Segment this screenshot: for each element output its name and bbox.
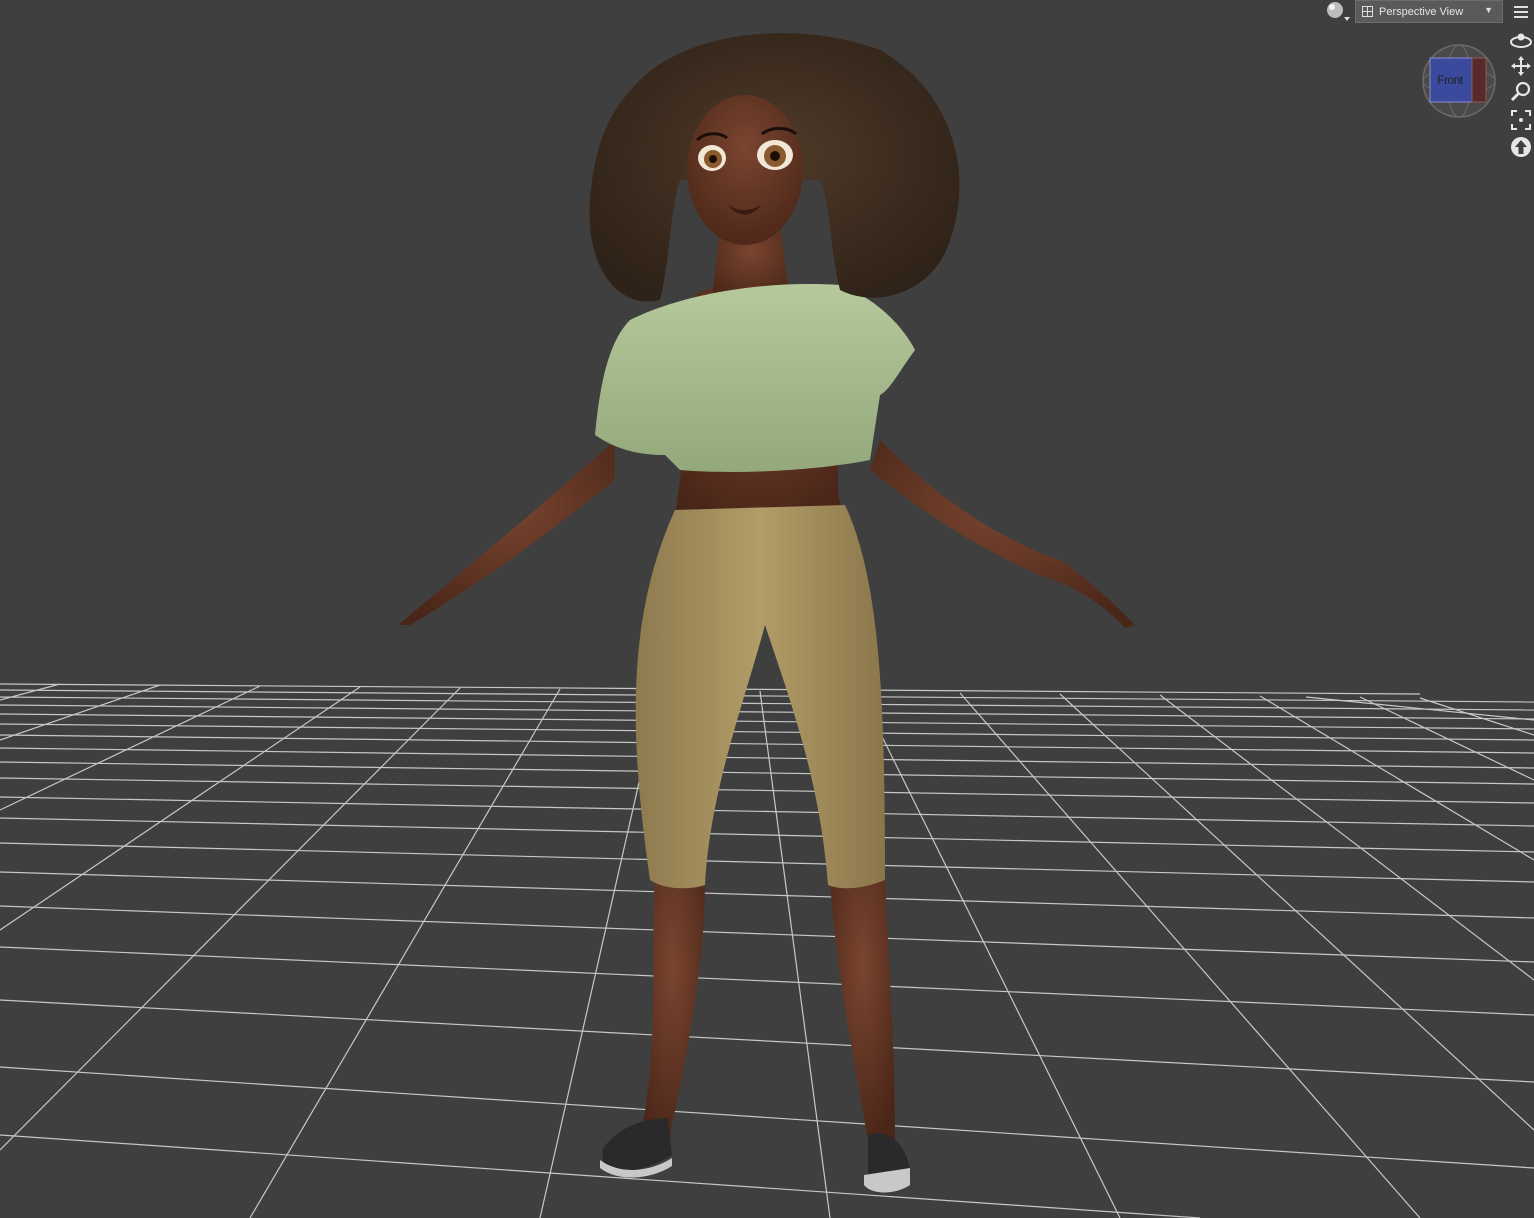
magnifier-icon <box>1510 81 1531 102</box>
view-select-label: Perspective View <box>1379 6 1464 18</box>
view-select-dropdown[interactable]: Perspective View ▼ <box>1355 0 1503 23</box>
view-cube-face-label: Front <box>1437 73 1463 87</box>
frame-tool-button[interactable] <box>1508 108 1534 132</box>
reset-tool-button[interactable] <box>1508 135 1534 159</box>
orbit-icon <box>1510 33 1532 48</box>
3d-viewport[interactable]: Perspective View ▼ Front <box>0 0 1534 1218</box>
view-cube[interactable]: Front <box>1420 42 1498 120</box>
sphere-render-icon <box>1327 2 1350 21</box>
zoom-tool-button[interactable] <box>1508 80 1534 104</box>
move-arrows-icon <box>1511 56 1531 76</box>
orbit-tool-button[interactable] <box>1508 28 1534 52</box>
hamburger-menu-icon <box>1514 6 1528 18</box>
grid-view-icon <box>1362 6 1373 17</box>
render-style-button[interactable] <box>1322 0 1352 24</box>
scene-render[interactable] <box>0 0 1534 1218</box>
viewport-menu-button[interactable] <box>1511 2 1531 22</box>
up-arrow-icon <box>1511 137 1531 157</box>
chevron-down-icon: ▼ <box>1484 5 1493 15</box>
pan-tool-button[interactable] <box>1508 54 1534 78</box>
frame-icon <box>1511 110 1531 130</box>
